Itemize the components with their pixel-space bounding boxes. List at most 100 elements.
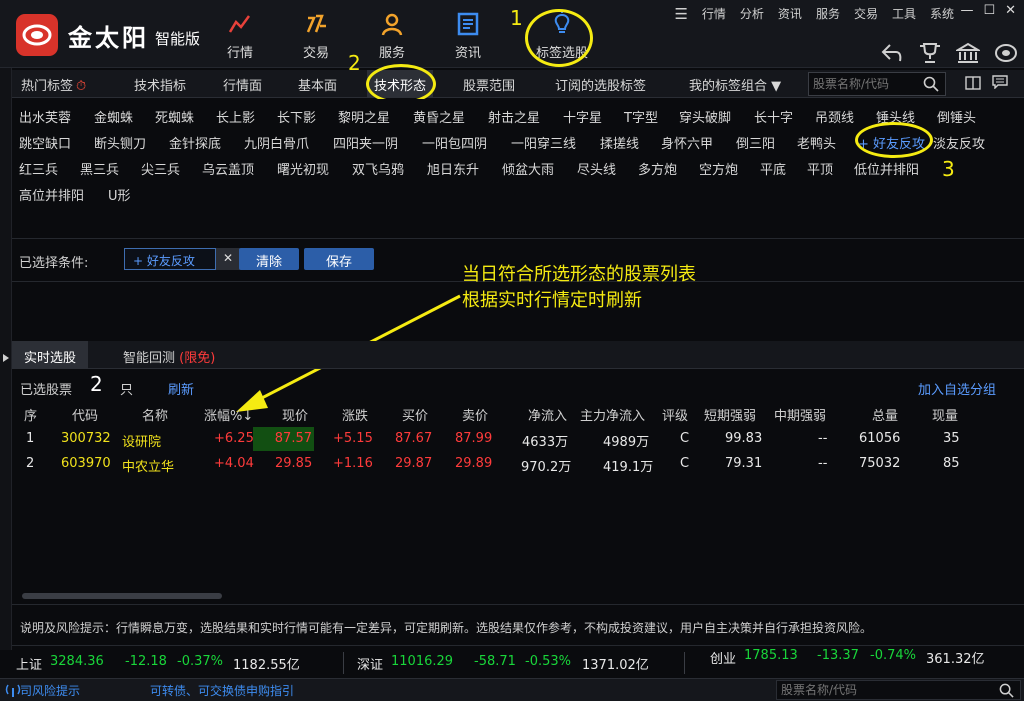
save-button[interactable]: 保存 (304, 248, 374, 270)
pattern-tag[interactable]: 跳空缺口 (19, 133, 71, 152)
bottom-search-input[interactable] (777, 681, 977, 699)
pattern-tag[interactable]: 一阳穿三线 (511, 133, 576, 152)
menu-item-system[interactable]: 系统 (930, 5, 954, 23)
pattern-tag[interactable]: 旭日东升 (427, 159, 479, 178)
tab-hot-tags[interactable]: 热门标签 ⏱ (21, 75, 86, 94)
pattern-tag[interactable]: 金针探底 (169, 133, 221, 152)
col-seq[interactable]: 序 (24, 405, 37, 424)
col-main-inflow[interactable]: 主力净流入 (580, 405, 645, 424)
pattern-tag[interactable]: T字型 (624, 107, 658, 126)
pattern-tag[interactable]: 九阴白骨爪 (244, 133, 309, 152)
condition-chip[interactable]: + 好友反攻 (124, 248, 216, 270)
left-collapse-strip[interactable] (0, 68, 12, 678)
pattern-tag[interactable]: 黎明之星 (338, 107, 390, 126)
pattern-tag[interactable]: 黄昏之星 (413, 107, 465, 126)
col-code[interactable]: 代码 (72, 405, 98, 424)
close-icon[interactable]: ✕ (1005, 3, 1016, 18)
bottom-search-box[interactable] (776, 680, 1021, 700)
menu-item-tools[interactable]: 工具 (892, 5, 916, 23)
pattern-tag[interactable]: 乌云盖顶 (202, 159, 254, 178)
tab-fundamentals[interactable]: 基本面 (298, 75, 337, 94)
pattern-tag[interactable]: 高位并排阳 (19, 185, 84, 204)
risk-notice-link[interactable]: 司风险提示 (20, 682, 80, 699)
col-rating[interactable]: 评级 (662, 405, 688, 424)
index-name-shenzhen[interactable]: 深证 (357, 654, 383, 673)
pattern-tag[interactable]: 红三兵 (19, 159, 58, 178)
nav-trade[interactable]: 交易 (285, 10, 347, 61)
horizontal-scrollbar[interactable] (22, 593, 222, 599)
expand-arrow-icon[interactable] (3, 354, 9, 362)
pattern-tag[interactable]: 揉搓线 (600, 133, 639, 152)
col-ask[interactable]: 卖价 (462, 405, 488, 424)
table-row[interactable]: 1 300732 设研院 +6.25 87.57 +5.15 87.67 87.… (12, 427, 1024, 451)
pattern-tag[interactable]: 射击之星 (488, 107, 540, 126)
search-icon[interactable] (999, 683, 1014, 698)
pattern-tag[interactable]: 老鸭头 (797, 133, 836, 152)
col-current-volume[interactable]: 现量 (932, 405, 958, 424)
pattern-tag[interactable]: 身怀六甲 (661, 133, 713, 152)
nav-news[interactable]: 资讯 (437, 10, 499, 61)
table-row[interactable]: 2 603970 中农立华 +4.04 29.85 +1.16 29.87 29… (12, 452, 1024, 476)
pattern-tag[interactable]: 四阳夹一阴 (333, 133, 398, 152)
layout-split-icon[interactable] (965, 76, 981, 90)
pattern-tag[interactable]: 多方炮 (638, 159, 677, 178)
pattern-tag[interactable]: 长十字 (754, 107, 793, 126)
col-change-pct[interactable]: 涨幅%↓ (204, 405, 253, 424)
pattern-tag[interactable]: 平底 (760, 159, 786, 178)
col-bid[interactable]: 买价 (402, 405, 428, 424)
tab-stock-range[interactable]: 股票范围 (463, 75, 515, 94)
pattern-tag[interactable]: 空方炮 (699, 159, 738, 178)
pattern-tag[interactable]: 黑三兵 (80, 159, 119, 178)
tab-smart-backtest[interactable]: 智能回测 (限免) (123, 347, 215, 366)
pattern-tag[interactable]: 淡友反攻 (933, 133, 985, 152)
remove-condition-icon[interactable]: ✕ (216, 248, 240, 270)
tab-tech-indicators[interactable]: 技术指标 (134, 75, 186, 94)
pattern-tag[interactable]: 十字星 (563, 107, 602, 126)
clear-button[interactable]: 清除 (239, 248, 299, 270)
menu-item-analysis[interactable]: 分析 (740, 5, 764, 23)
news-ticker-link[interactable]: 可转债、可交换债申购指引 (150, 682, 294, 699)
col-volume[interactable]: 总量 (872, 405, 898, 424)
pattern-tag[interactable]: 倒三阳 (736, 133, 775, 152)
menu-item-trade[interactable]: 交易 (854, 5, 878, 23)
tab-subscribed-tags[interactable]: 订阅的选股标签 (555, 75, 646, 94)
pattern-tag[interactable]: 吊颈线 (815, 107, 854, 126)
pattern-tag[interactable]: 死蜘蛛 (155, 107, 194, 126)
minimize-icon[interactable]: — (960, 3, 973, 18)
search-icon[interactable] (923, 76, 939, 92)
index-name-chinext[interactable]: 创业 (710, 648, 736, 667)
nav-service[interactable]: 服务 (361, 10, 423, 61)
menu-item-news[interactable]: 资讯 (778, 5, 802, 23)
pattern-tag[interactable]: 出水芙蓉 (19, 107, 71, 126)
menu-item-market[interactable]: 行情 (702, 5, 726, 23)
pattern-tag[interactable]: 低位并排阳 (854, 159, 919, 178)
pattern-tag[interactable]: 断头铡刀 (94, 133, 146, 152)
maximize-icon[interactable]: ☐ (983, 3, 995, 18)
pattern-tag[interactable]: 一阳包四阴 (422, 133, 487, 152)
pattern-tag[interactable]: 长下影 (277, 107, 316, 126)
tab-market-aspect[interactable]: 行情面 (223, 75, 262, 94)
pattern-tag[interactable]: 长上影 (216, 107, 255, 126)
stock-search-box[interactable] (808, 72, 946, 96)
pattern-tag[interactable]: 尽头线 (577, 159, 616, 178)
pattern-tag[interactable]: 曙光初现 (277, 159, 329, 178)
pattern-tag[interactable]: 平顶 (807, 159, 833, 178)
col-change[interactable]: 涨跌 (342, 405, 368, 424)
add-to-watchlist-link[interactable]: 加入自选分组 (918, 379, 996, 398)
col-mid-strength[interactable]: 中期强弱 (774, 405, 826, 424)
col-net-inflow[interactable]: 净流入 (528, 405, 567, 424)
pattern-tag[interactable]: 尖三兵 (141, 159, 180, 178)
pattern-tag[interactable]: U形 (108, 185, 131, 204)
pattern-tag[interactable]: 倒锤头 (937, 107, 976, 126)
back-arrow-icon[interactable] (880, 42, 904, 64)
pattern-tag[interactable]: 穿头破脚 (679, 107, 731, 126)
bank-icon[interactable] (956, 42, 980, 64)
chat-bubble-icon[interactable] (992, 75, 1008, 89)
col-price[interactable]: 现价 (282, 405, 308, 424)
menu-list-icon[interactable]: ☰ (674, 5, 687, 23)
refresh-link[interactable]: 刷新 (168, 379, 194, 398)
menu-item-service[interactable]: 服务 (816, 5, 840, 23)
pattern-tag[interactable]: 双飞乌鸦 (352, 159, 404, 178)
trophy-icon[interactable] (918, 42, 942, 64)
pattern-tag[interactable]: 倾盆大雨 (502, 159, 554, 178)
